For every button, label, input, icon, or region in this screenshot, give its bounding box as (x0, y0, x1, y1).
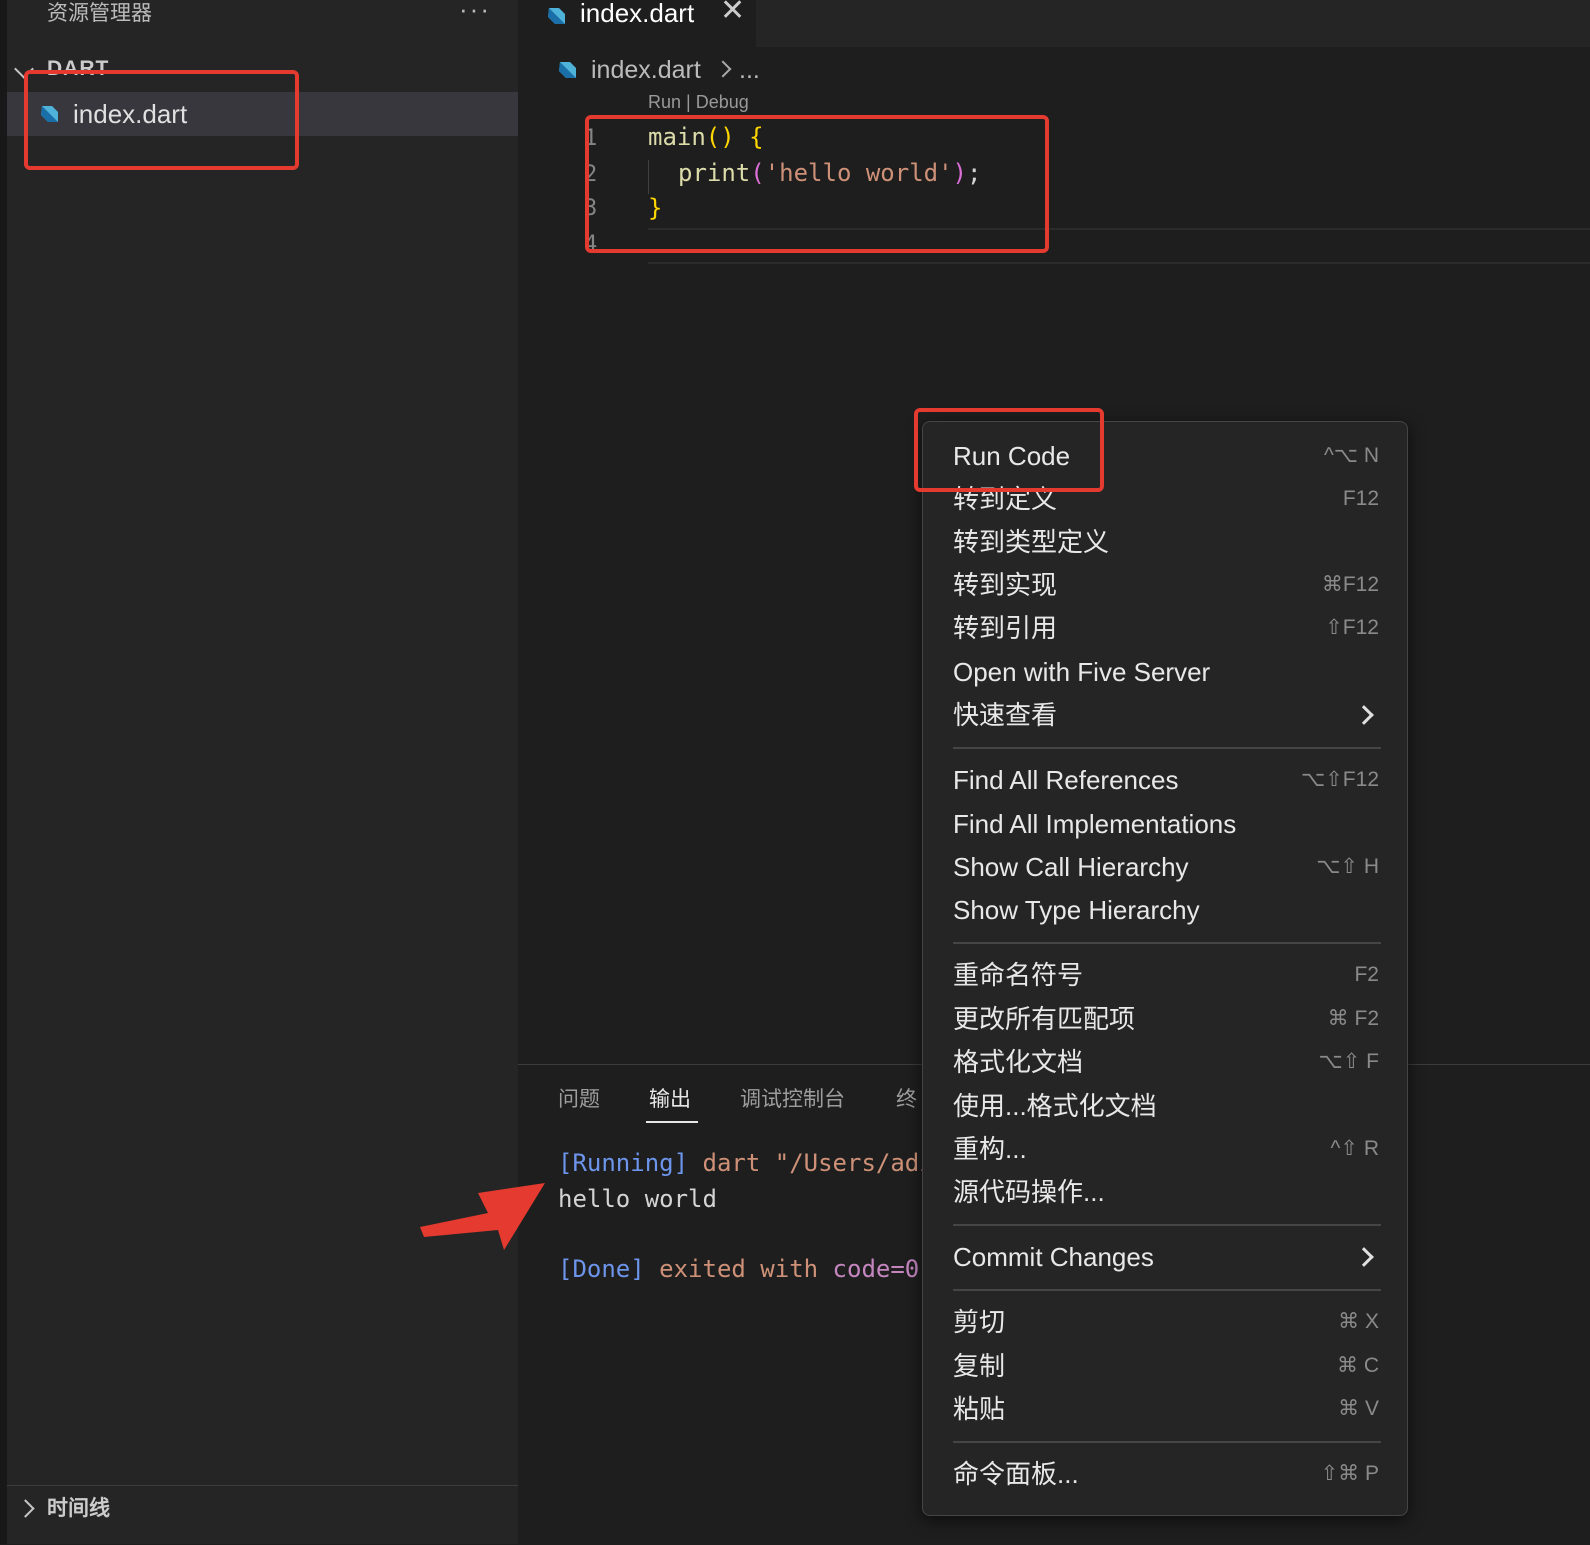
tab-terminal[interactable]: 终 (896, 1083, 917, 1113)
tab-output[interactable]: 输出 (649, 1083, 691, 1113)
menu-separator (953, 942, 1381, 944)
tab-problems[interactable]: 问题 (558, 1083, 600, 1113)
context-menu: Run Code ^⌥ N 转到定义 F12 转到类型定义 转到实现 ⌘F12 转到引… (922, 421, 1408, 1516)
menu-item-source-action[interactable]: 源代码操作... (923, 1170, 1407, 1214)
menu-item-shortcut: ⌘F12 (1321, 573, 1379, 596)
menu-item-label: 快速查看 (953, 700, 1058, 730)
annotation-box-file (24, 70, 299, 170)
menu-item-label: 更改所有匹配项 (953, 1004, 1136, 1034)
menu-item-shortcut: ⇧⌘ P (1320, 1462, 1379, 1485)
more-actions-icon[interactable]: ··· (459, 0, 491, 25)
output-token: [Running] (558, 1149, 689, 1177)
menu-item-open-five-server[interactable]: Open with Five Server (923, 650, 1407, 694)
chevron-right-icon (1354, 1247, 1374, 1267)
menu-item-label: 转到引用 (953, 613, 1058, 643)
menu-item-shortcut: ⌥⇧F12 (1301, 768, 1379, 791)
dart-file-icon (559, 62, 576, 78)
output-running-line: [Running] dart "/Users/adı (558, 1149, 934, 1177)
menu-item-shortcut: F2 (1354, 963, 1379, 986)
menu-item-label: 使用...格式化文档 (953, 1091, 1157, 1121)
menu-item-format-document[interactable]: 格式化文档 ⌥⇧ F (923, 1040, 1407, 1084)
annotation-box-run-code (914, 408, 1104, 492)
menu-separator (953, 1224, 1381, 1226)
menu-item-format-document-with[interactable]: 使用...格式化文档 (923, 1084, 1407, 1128)
red-arrow-icon (420, 1183, 545, 1250)
menu-item-commit-changes[interactable]: Commit Changes (923, 1235, 1407, 1279)
menu-item-label: 粘贴 (953, 1394, 1006, 1424)
annotation-box-code (585, 115, 1049, 253)
window-edge (0, 0, 7, 1544)
menu-item-label: Find All Implementations (953, 809, 1237, 839)
breadcrumb-file[interactable]: index.dart (591, 52, 701, 88)
menu-item-label: Show Type Hierarchy (953, 895, 1200, 925)
output-done-line: [Done] exited with code=0 (558, 1255, 919, 1283)
menu-item-cut[interactable]: 剪切 ⌘ X (923, 1300, 1407, 1344)
menu-item-shortcut: ⌘ V (1338, 1397, 1379, 1420)
menu-item-shortcut: ⌘ F2 (1327, 1007, 1379, 1030)
chevron-right-icon (16, 1499, 35, 1518)
menu-item-find-all-references[interactable]: Find All References ⌥⇧F12 (923, 758, 1407, 802)
menu-item-label: 剪切 (953, 1307, 1006, 1337)
menu-item-label: 重构... (953, 1134, 1027, 1164)
dart-file-icon (548, 8, 565, 24)
editor-tabs-bar: index.dart ✕ (518, 0, 1590, 47)
breadcrumb-more[interactable]: ... (739, 52, 760, 88)
menu-item-show-call-hierarchy[interactable]: Show Call Hierarchy ⌥⇧ H (923, 845, 1407, 889)
menu-item-find-all-implementations[interactable]: Find All Implementations (923, 802, 1407, 846)
output-token: exited with (644, 1255, 833, 1283)
menu-item-shortcut: ⌘ C (1337, 1354, 1379, 1377)
menu-item-rename-symbol[interactable]: 重命名符号 F2 (923, 953, 1407, 997)
timeline-label: 时间线 (47, 1497, 110, 1520)
menu-item-command-palette[interactable]: 命令面板... ⇧⌘ P (923, 1452, 1407, 1496)
menu-item-label: 格式化文档 (953, 1047, 1084, 1077)
menu-item-label: 重命名符号 (953, 960, 1084, 990)
menu-item-label: Commit Changes (953, 1242, 1154, 1272)
menu-item-shortcut: ⌥⇧ F (1318, 1050, 1379, 1073)
menu-item-label: Show Call Hierarchy (953, 852, 1189, 882)
menu-item-refactor[interactable]: 重构... ^⇧ R (923, 1127, 1407, 1171)
menu-item-change-all-occurrences[interactable]: 更改所有匹配项 ⌘ F2 (923, 997, 1407, 1041)
menu-separator (953, 1289, 1381, 1291)
tab-debug-console[interactable]: 调试控制台 (740, 1083, 845, 1113)
menu-item-shortcut: ⌘ X (1338, 1310, 1379, 1333)
menu-item-shortcut: F12 (1342, 487, 1379, 510)
menu-separator (953, 747, 1381, 749)
explorer-title: 资源管理器 (47, 2, 152, 25)
menu-item-label: 复制 (953, 1351, 1006, 1381)
menu-item-shortcut: ⌥⇧ H (1316, 855, 1379, 878)
close-icon[interactable]: ✕ (720, 0, 745, 28)
output-token: [Done] (558, 1255, 645, 1283)
menu-item-copy[interactable]: 复制 ⌘ C (923, 1344, 1407, 1388)
active-tab-indicator (646, 1121, 698, 1123)
menu-item-shortcut: ^⌥ N (1323, 444, 1379, 467)
menu-item-label: Find All References (953, 765, 1179, 795)
tab-label: index.dart (580, 0, 695, 28)
menu-item-shortcut: ^⇧ R (1330, 1137, 1379, 1160)
timeline-section[interactable]: 时间线 (7, 1485, 518, 1545)
menu-item-go-to-type-definition[interactable]: 转到类型定义 (923, 520, 1407, 564)
chevron-right-icon (714, 60, 732, 78)
codelens-run-debug[interactable]: Run | Debug (648, 92, 749, 113)
menu-item-label: 源代码操作... (953, 1177, 1105, 1207)
menu-separator (953, 1441, 1381, 1443)
menu-item-go-to-references[interactable]: 转到引用 ⇧F12 (923, 606, 1407, 650)
explorer-sidebar: 资源管理器 ··· DART index.dart 时间线 (7, 0, 518, 1544)
menu-item-show-type-hierarchy[interactable]: Show Type Hierarchy (923, 888, 1407, 932)
output-token: code=0 (832, 1255, 920, 1283)
menu-item-peek[interactable]: 快速查看 (923, 693, 1407, 737)
menu-item-go-to-implementation[interactable]: 转到实现 ⌘F12 (923, 563, 1407, 607)
menu-item-paste[interactable]: 粘贴 ⌘ V (923, 1387, 1407, 1431)
output-token: dart "/Users/adı (688, 1149, 934, 1177)
menu-item-label: 转到实现 (953, 570, 1058, 600)
menu-item-label: 转到类型定义 (953, 527, 1110, 557)
menu-item-label: 命令面板... (953, 1459, 1079, 1489)
chevron-right-icon (1354, 705, 1374, 725)
menu-item-shortcut: ⇧F12 (1325, 616, 1379, 639)
menu-item-label: Open with Five Server (953, 657, 1211, 687)
tab-index-dart[interactable]: index.dart ✕ (518, 0, 756, 47)
output-hello-line: hello world (558, 1185, 717, 1213)
